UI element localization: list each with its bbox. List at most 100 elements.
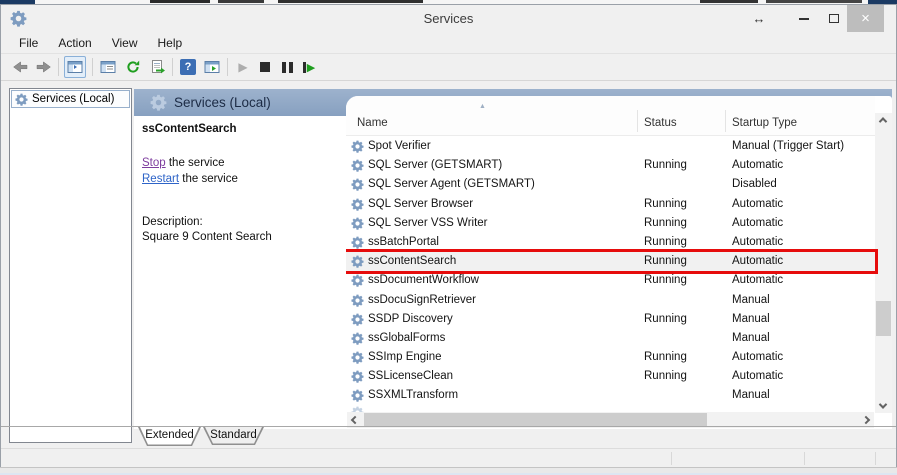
chevron-up-icon: [879, 117, 887, 125]
stop-icon: [260, 62, 270, 72]
service-gear-icon: [351, 159, 364, 172]
menu-file[interactable]: File: [9, 34, 48, 52]
service-startup: Manual: [732, 389, 770, 401]
table-row[interactable]: ssContentSearch Running Automatic: [346, 252, 875, 271]
table-row[interactable]: ssBatchPortal Running Automatic: [346, 233, 875, 252]
refresh-button[interactable]: [122, 56, 144, 78]
table-row[interactable]: SSDP Discovery Running Manual: [346, 310, 875, 329]
table-row[interactable]: SQL Server VSS Writer Running Automatic: [346, 214, 875, 233]
back-button[interactable]: [9, 56, 31, 78]
stop-service-link[interactable]: Stop: [142, 157, 166, 169]
help-button[interactable]: ?: [177, 56, 199, 78]
service-startup: Manual: [732, 313, 770, 325]
service-name: ssContentSearch: [368, 255, 456, 267]
service-list-panel: ▲ Name Status Startup Type Spot Verifier…: [346, 96, 892, 429]
table-row[interactable]: SSImp Engine Running Automatic: [346, 348, 875, 367]
show-action-pane-button[interactable]: [201, 56, 223, 78]
chevron-left-icon: [351, 416, 359, 424]
table-row[interactable]: SQL Server Browser Running Automatic: [346, 195, 875, 214]
service-name: ssBatchPortal: [368, 236, 439, 248]
table-row[interactable]: ssDocuSignRetriever Manual: [346, 291, 875, 310]
stop-service-button[interactable]: [254, 56, 276, 78]
service-gear-icon: [351, 140, 364, 153]
minimize-button[interactable]: [791, 5, 817, 32]
column-divider[interactable]: [725, 110, 726, 132]
service-name: ssGlobalForms: [368, 332, 445, 344]
console-tree-icon: [67, 59, 83, 75]
table-row[interactable]: SQL Server (GETSMART) Running Automatic: [346, 156, 875, 175]
status-bar-divider: [671, 452, 672, 465]
forward-arrow-icon: [35, 59, 53, 75]
pause-service-button[interactable]: [276, 56, 298, 78]
table-row[interactable]: ssGlobalForms Manual: [346, 329, 875, 348]
export-list-icon: [150, 59, 166, 75]
selected-service-name: ssContentSearch: [142, 123, 237, 135]
status-bar-divider: [804, 452, 805, 465]
horizontal-scrollbar-thumb[interactable]: [364, 413, 707, 427]
menu-help[interactable]: Help: [148, 34, 193, 52]
services-gear-icon: [15, 93, 28, 106]
start-service-button[interactable]: ▶: [232, 56, 254, 78]
service-status: Running: [644, 217, 687, 229]
stop-service-line: Stop the service: [142, 157, 224, 169]
service-name: SQL Server (GETSMART): [368, 159, 502, 171]
pause-icon: [282, 62, 293, 73]
column-header-name[interactable]: Name: [357, 117, 388, 129]
restart-service-button[interactable]: ▶: [298, 56, 320, 78]
service-name: SSImp Engine: [368, 351, 442, 363]
help-question-icon: ?: [180, 59, 196, 75]
properties-button[interactable]: [97, 56, 119, 78]
column-divider[interactable]: [637, 110, 638, 132]
properties-icon: [100, 59, 116, 75]
menu-action[interactable]: Action: [48, 34, 101, 52]
service-gear-icon: [351, 178, 364, 191]
service-status: Running: [644, 255, 687, 267]
service-gear-icon: [351, 370, 364, 383]
title-bar[interactable]: Services ↔ ×: [1, 5, 896, 32]
export-list-button[interactable]: [147, 56, 169, 78]
restart-service-link[interactable]: Restart: [142, 173, 179, 185]
column-header-startup-type[interactable]: Startup Type: [732, 117, 797, 129]
console-tree-pane: Services (Local): [9, 88, 132, 443]
background-window-bottom-edge: [0, 467, 897, 475]
scroll-down-button[interactable]: [875, 398, 891, 414]
resize-arrows-icon[interactable]: ↔: [746, 5, 772, 32]
description-label: Description:: [142, 216, 203, 228]
back-arrow-icon: [11, 59, 29, 75]
tree-item-services-local[interactable]: Services (Local): [11, 90, 130, 108]
show-console-tree-button[interactable]: [64, 56, 86, 78]
chevron-down-icon: [879, 400, 887, 408]
service-startup: Manual: [732, 332, 770, 344]
service-status: Running: [644, 351, 687, 363]
services-gear-icon: [150, 94, 167, 111]
service-startup: Automatic: [732, 217, 783, 229]
table-row[interactable]: SSXMLTransform Manual: [346, 386, 875, 405]
table-row[interactable]: ssDocumentWorkflow Running Automatic: [346, 271, 875, 290]
service-status: Running: [644, 159, 687, 171]
service-name: SSLicenseClean: [368, 370, 453, 382]
tab-standard[interactable]: Standard: [203, 427, 264, 445]
service-gear-icon: [351, 351, 364, 364]
table-row[interactable]: Spot Verifier Manual (Trigger Start): [346, 137, 875, 156]
vertical-scrollbar[interactable]: [875, 113, 892, 413]
service-gear-icon: [351, 294, 364, 307]
forward-button[interactable]: [33, 56, 55, 78]
service-startup: Automatic: [732, 370, 783, 382]
column-header-status[interactable]: Status: [644, 117, 677, 129]
tab-extended[interactable]: Extended: [138, 427, 201, 446]
service-name: ssDocumentWorkflow: [368, 274, 479, 286]
close-button[interactable]: ×: [847, 5, 884, 32]
status-bar-divider: [875, 452, 876, 465]
refresh-icon: [125, 59, 141, 75]
table-row[interactable]: SQL Server Agent (GETSMART) Disabled: [346, 175, 875, 194]
view-tabs: Extended Standard: [1, 427, 896, 447]
service-gear-icon: [351, 198, 364, 211]
vertical-scrollbar-thumb[interactable]: [876, 301, 891, 336]
table-row[interactable]: SSLicenseClean Running Automatic: [346, 367, 875, 386]
restart-icon: ▶: [303, 61, 315, 74]
maximize-button[interactable]: [821, 5, 847, 32]
service-startup: Automatic: [732, 236, 783, 248]
menu-view[interactable]: View: [102, 34, 148, 52]
toolbar: ? ▶ ▶: [1, 54, 896, 81]
scroll-up-button[interactable]: [875, 112, 891, 128]
